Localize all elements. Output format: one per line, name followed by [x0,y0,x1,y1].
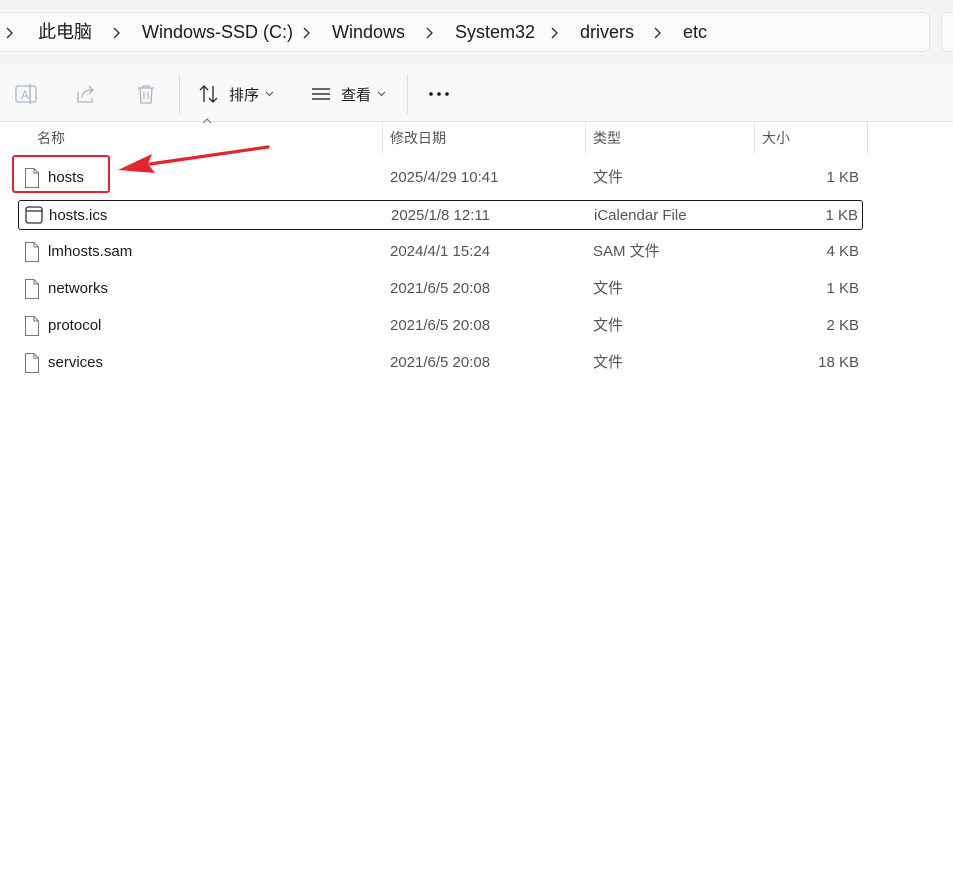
breadcrumb-etc[interactable]: etc [683,20,707,44]
file-date: 2021/6/5 20:08 [390,317,491,334]
search-box[interactable] [941,12,953,52]
toolbar-separator [179,74,180,114]
file-date: 2025/4/29 10:41 [390,169,499,186]
file-name: networks [48,280,109,297]
file-name: lmhosts.sam [48,243,133,260]
sort-label: 排序 [229,86,260,104]
file-size: 2 KB [826,317,859,334]
breadcrumb-drivers[interactable]: drivers [580,20,634,44]
breadcrumb-drive-c[interactable]: Windows-SSD (C:) [142,20,293,44]
file-type: SAM 文件 [593,243,660,260]
rename-button[interactable]: A [14,82,38,106]
breadcrumb-windows[interactable]: Windows [332,20,405,44]
chevron-right-icon[interactable] [301,20,311,40]
file-size: 1 KB [826,280,859,297]
sort-button[interactable]: 排序 [198,82,274,106]
file-date: 2021/6/5 20:08 [390,354,491,371]
file-type: 文件 [593,317,624,334]
view-button[interactable]: 查看 [310,82,386,106]
file-row[interactable]: hosts.ics 2025/1/8 12:11 iCalendar File … [18,200,863,230]
chevron-right-icon[interactable] [111,20,121,40]
chevron-down-icon [265,91,274,97]
chevron-down-icon [377,91,386,97]
file-date: 2024/4/1 15:24 [390,243,491,260]
sort-icon [199,85,218,103]
address-bar: 此电脑 Windows-SSD (C:) Windows System32 dr… [0,0,953,64]
sort-ascending-icon [202,118,212,124]
column-divider[interactable] [382,122,383,154]
view-label: 查看 [341,86,372,104]
file-icon [25,242,39,262]
annotation-highlight-box [12,155,110,193]
command-bar: A 排序 查看 [0,64,953,122]
file-row[interactable]: services 2021/6/5 20:08 文件 18 KB [18,348,863,378]
annotation-arrow [118,145,270,173]
file-row[interactable]: networks 2021/6/5 20:08 文件 1 KB [18,274,863,304]
file-date: 2025/1/8 12:11 [391,207,490,224]
calendar-file-icon [25,206,43,224]
rename-icon: A [15,84,37,104]
trash-icon [138,85,154,104]
column-header-name[interactable]: 名称 [37,128,65,148]
svg-text:A: A [21,88,29,102]
toolbar-separator [407,74,408,114]
file-type: iCalendar File [594,207,687,224]
share-icon [77,85,94,103]
file-type: 文件 [593,169,624,186]
file-type: 文件 [593,280,624,297]
column-divider[interactable] [867,122,868,154]
delete-button[interactable] [134,82,158,106]
file-size: 1 KB [826,169,859,186]
file-icon [25,279,39,299]
column-header-date[interactable]: 修改日期 [390,128,446,148]
more-options-button[interactable] [427,82,451,106]
column-header-size[interactable]: 大小 [762,128,790,148]
chevron-right-icon[interactable] [4,20,14,40]
file-size: 1 KB [825,207,858,224]
file-date: 2021/6/5 20:08 [390,280,491,297]
file-size: 18 KB [818,354,859,371]
file-row[interactable]: lmhosts.sam 2024/4/1 15:24 SAM 文件 4 KB [18,237,863,267]
file-type: 文件 [593,354,624,371]
chevron-right-icon[interactable] [424,20,434,40]
file-row[interactable]: protocol 2021/6/5 20:08 文件 2 KB [18,311,863,341]
file-icon [25,353,39,373]
column-divider[interactable] [754,122,755,154]
file-name: hosts.ics [49,207,108,224]
chevron-right-icon[interactable] [652,20,662,40]
file-size: 4 KB [826,243,859,260]
file-name: protocol [48,317,102,334]
more-icon [429,92,449,96]
file-icon [25,316,39,336]
share-button[interactable] [74,82,98,106]
view-icon [312,88,330,100]
breadcrumb-this-pc[interactable]: 此电脑 [38,20,92,44]
breadcrumb-system32[interactable]: System32 [455,20,535,44]
file-name: services [48,354,104,371]
column-divider[interactable] [585,122,586,154]
chevron-right-icon[interactable] [549,20,559,40]
column-header-type[interactable]: 类型 [593,128,621,148]
